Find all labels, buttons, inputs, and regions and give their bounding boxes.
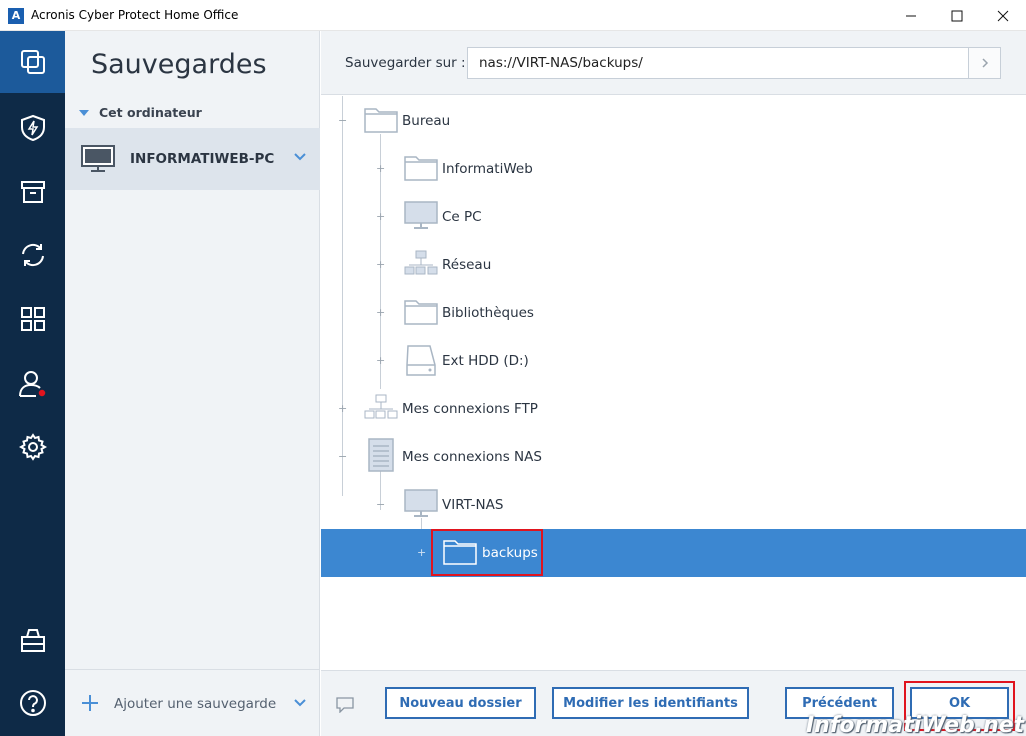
network-icon: [364, 394, 398, 419]
tree-item-label: Ce PC: [442, 209, 482, 225]
tree-item-reseau[interactable]: + Réseau: [321, 241, 1026, 289]
backups-sidebar: Sauvegardes Cet ordinateur INFORMATIWEB-…: [65, 31, 320, 736]
nav-sync[interactable]: [0, 224, 65, 286]
network-icon: [404, 250, 438, 275]
nav-tools[interactable]: [0, 288, 65, 350]
add-backup-label: Ajouter une sauvegarde: [114, 696, 277, 712]
highlight-box: [431, 529, 543, 576]
user-icon: [18, 371, 47, 398]
server-icon: [368, 438, 394, 472]
tree-item-bureau[interactable]: − Bureau: [321, 97, 1026, 145]
window-title: Acronis Cyber Protect Home Office: [31, 8, 239, 22]
chevron-right-icon: [981, 58, 988, 68]
action-bar: Nouveau dossier Modifier les identifiant…: [321, 670, 1026, 736]
grid-icon: [20, 307, 45, 331]
close-icon: [997, 10, 1009, 21]
destination-browser: Sauvegarder sur : − Bureau + InformatiWe…: [321, 31, 1026, 736]
tree-item-ce-pc[interactable]: + Ce PC: [321, 193, 1026, 241]
monitor-icon: [404, 201, 438, 229]
tree-item-label: Ext HDD (D:): [442, 353, 529, 369]
sync-icon: [21, 243, 44, 267]
collapse-expander[interactable]: −: [338, 115, 347, 126]
tree-item-label: Mes connexions NAS: [402, 449, 542, 465]
monitor-icon: [404, 489, 438, 517]
nav-account[interactable]: [0, 353, 65, 415]
maximize-icon: [951, 10, 963, 21]
expand-expander[interactable]: +: [376, 355, 385, 366]
destination-bar: Sauvegarder sur :: [321, 31, 1026, 95]
gear-icon: [18, 433, 47, 461]
collapse-expander[interactable]: −: [376, 499, 385, 510]
collapse-expander[interactable]: −: [338, 451, 347, 462]
help-icon: [19, 690, 46, 716]
folder-icon: [404, 300, 438, 325]
nav-settings[interactable]: [0, 416, 65, 478]
nav-store[interactable]: [0, 609, 65, 671]
nav-help[interactable]: [0, 672, 65, 734]
tree-item-label: InformatiWeb: [442, 161, 533, 177]
minimize-button[interactable]: [888, 0, 934, 31]
tree-item-label: Mes connexions FTP: [402, 401, 538, 417]
tree-item-label: Bibliothèques: [442, 305, 534, 321]
expand-expander[interactable]: +: [376, 211, 385, 222]
folder-tree: − Bureau + InformatiWeb + Ce PC + Réseau…: [321, 96, 1026, 670]
tree-item-ftp-connections[interactable]: + Mes connexions FTP: [321, 385, 1026, 433]
group-this-computer[interactable]: Cet ordinateur: [79, 105, 202, 120]
expand-expander[interactable]: +: [417, 547, 426, 558]
nav-archive[interactable]: [0, 161, 65, 223]
plus-icon: [82, 695, 98, 711]
expand-expander[interactable]: +: [338, 403, 347, 414]
computer-name: INFORMATIWEB-PC: [130, 151, 275, 167]
edit-credentials-button[interactable]: Modifier les identifiants: [552, 687, 749, 719]
copy-icon: [20, 50, 45, 74]
tree-item-backups[interactable]: + backups: [321, 529, 1026, 577]
collapse-triangle-icon: [79, 109, 89, 116]
new-folder-button[interactable]: Nouveau dossier: [385, 687, 536, 719]
watermark: InformatiWeb.net: [806, 713, 1025, 736]
archive-box-icon: [20, 181, 45, 203]
main-navigation: [0, 31, 65, 736]
shop-bag-icon: [20, 629, 45, 652]
chevron-down-icon[interactable]: [293, 698, 307, 708]
destination-path-input[interactable]: [468, 48, 968, 78]
monitor-icon: [81, 145, 115, 172]
close-button[interactable]: [980, 0, 1026, 31]
tree-item-virt-nas[interactable]: − VIRT-NAS: [321, 481, 1026, 529]
tree-item-label: Réseau: [442, 257, 492, 273]
destination-label: Sauvegarder sur :: [345, 55, 466, 71]
chevron-down-icon[interactable]: [293, 152, 307, 162]
nav-backup[interactable]: [0, 31, 65, 93]
go-button[interactable]: [968, 48, 1000, 78]
group-label: Cet ordinateur: [99, 105, 202, 120]
title-bar: A Acronis Cyber Protect Home Office: [0, 0, 1026, 31]
tree-item-informatiweb[interactable]: + InformatiWeb: [321, 145, 1026, 193]
minimize-icon: [906, 15, 916, 16]
tree-item-nas-connections[interactable]: − Mes connexions NAS: [321, 433, 1026, 481]
expand-expander[interactable]: +: [376, 307, 385, 318]
tree-item-label: Bureau: [402, 113, 451, 129]
expand-expander[interactable]: +: [376, 259, 385, 270]
destination-path-field: [467, 47, 1001, 79]
folder-icon: [404, 156, 438, 181]
drive-icon: [406, 345, 436, 376]
tree-item-label: VIRT-NAS: [442, 497, 504, 513]
tree-item-ext-hdd[interactable]: + Ext HDD (D:): [321, 337, 1026, 385]
maximize-button[interactable]: [934, 0, 980, 31]
comment-icon[interactable]: [336, 697, 354, 713]
expand-expander[interactable]: +: [376, 163, 385, 174]
shield-icon: [20, 114, 45, 142]
page-title: Sauvegardes: [91, 49, 267, 80]
nav-protection[interactable]: [0, 97, 65, 159]
folder-icon: [364, 108, 398, 133]
tree-item-bibliotheques[interactable]: + Bibliothèques: [321, 289, 1026, 337]
add-backup-button[interactable]: Ajouter une sauvegarde: [65, 669, 320, 736]
backup-source-computer[interactable]: INFORMATIWEB-PC: [65, 128, 320, 190]
acronis-logo-icon: A: [8, 8, 24, 24]
